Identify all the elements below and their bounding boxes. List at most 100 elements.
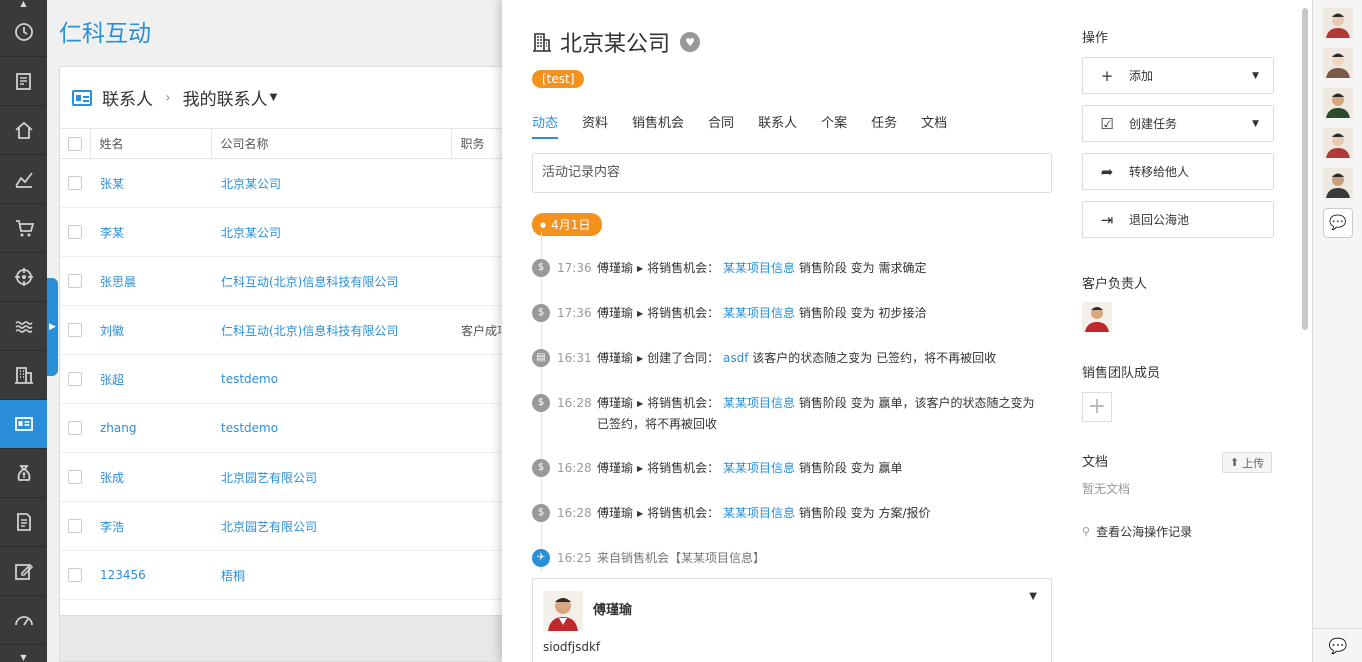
- contact-avatar[interactable]: [1323, 88, 1353, 118]
- row-checkbox[interactable]: [68, 274, 82, 289]
- breadcrumb-root[interactable]: 联系人: [102, 85, 153, 110]
- timeline-user[interactable]: 傅瑾瑜: [597, 506, 633, 520]
- timeline-link[interactable]: 某某项目信息: [723, 261, 795, 275]
- contact-name-link[interactable]: 李浩: [100, 520, 124, 534]
- row-checkbox[interactable]: [68, 568, 82, 583]
- table-row[interactable]: 张成 北京园艺有限公司: [60, 452, 503, 502]
- op-button-checkbox[interactable]: ☑ 创建任务 ▼: [1082, 105, 1274, 142]
- customer-tag[interactable]: [test]: [532, 70, 585, 88]
- timeline-link[interactable]: 某某项目信息: [723, 306, 795, 320]
- company-name-link[interactable]: 梧桐: [221, 569, 245, 583]
- caret-down-icon[interactable]: ▼: [1029, 591, 1037, 602]
- view-selector[interactable]: 我的联系人: [183, 85, 268, 110]
- row-checkbox[interactable]: [68, 421, 82, 436]
- select-all-checkbox[interactable]: [68, 136, 82, 151]
- scroll-down-icon[interactable]: ▼: [0, 654, 47, 662]
- contact-avatar[interactable]: [1323, 128, 1353, 158]
- company-name-link[interactable]: 北京某公司: [221, 177, 281, 191]
- caret-down-icon[interactable]: ▼: [1252, 119, 1259, 129]
- row-checkbox[interactable]: [68, 372, 82, 387]
- contact-name-link[interactable]: 张思晨: [100, 275, 136, 289]
- company-name-link[interactable]: testdemo: [221, 421, 278, 435]
- expand-arrow-icon[interactable]: ▶: [47, 278, 58, 376]
- timeline-link[interactable]: 某某项目信息: [723, 506, 795, 520]
- company-name-link[interactable]: 仁科互动(北京)信息科技有限公司: [221, 324, 398, 338]
- contact-avatar[interactable]: [1323, 48, 1353, 78]
- row-checkbox[interactable]: [68, 225, 82, 240]
- sidebar-item-home[interactable]: [0, 106, 47, 155]
- table-row[interactable]: 张超 testdemo: [60, 354, 503, 404]
- sidebar-item-money-bag[interactable]: [0, 449, 47, 498]
- table-row[interactable]: 张某 北京某公司: [60, 158, 503, 208]
- table-row[interactable]: 123456 梧桐: [60, 550, 503, 600]
- sidebar-item-contact-card[interactable]: [0, 400, 47, 449]
- timeline-user[interactable]: 傅瑾瑜: [597, 396, 633, 410]
- table-row[interactable]: 李某 北京某公司: [60, 207, 503, 257]
- table-row[interactable]: 刘徽 仁科互动(北京)信息科技有限公司 客户成功: [60, 305, 503, 355]
- row-checkbox[interactable]: [68, 519, 82, 534]
- sidebar-item-leads[interactable]: [0, 155, 47, 204]
- tab-6[interactable]: 任务: [871, 112, 897, 139]
- tab-0[interactable]: 动态: [532, 112, 559, 139]
- upload-button[interactable]: ⬆ 上传: [1222, 452, 1272, 473]
- op-button-share[interactable]: ➦ 转移给他人: [1082, 153, 1274, 190]
- caret-down-icon[interactable]: ▼: [1252, 71, 1259, 81]
- scroll-up-icon[interactable]: ▲: [0, 0, 47, 8]
- contact-avatar[interactable]: [1323, 8, 1353, 38]
- heart-icon[interactable]: ♥: [680, 32, 701, 52]
- note-source[interactable]: 来自销售机会【某某项目信息】: [597, 548, 765, 568]
- activity-input[interactable]: 活动记录内容: [532, 153, 1052, 193]
- sidebar-item-target[interactable]: [0, 253, 47, 302]
- sidebar-item-cart[interactable]: [0, 204, 47, 253]
- company-name-link[interactable]: 仁科互动(北京)信息科技有限公司: [221, 275, 398, 289]
- timeline-link[interactable]: asdf: [723, 351, 748, 365]
- public-log-link[interactable]: ⚲ 查看公海操作记录: [1082, 523, 1192, 540]
- row-checkbox[interactable]: [68, 176, 82, 191]
- contact-name-link[interactable]: 张成: [100, 471, 124, 485]
- row-checkbox[interactable]: [68, 470, 82, 485]
- timeline-user[interactable]: 傅瑾瑜: [597, 461, 633, 475]
- contact-name-link[interactable]: 刘徽: [100, 324, 124, 338]
- column-header-company[interactable]: 公司名称: [210, 128, 451, 159]
- owner-avatar[interactable]: [1082, 302, 1112, 332]
- sidebar-item-sea[interactable]: [0, 302, 47, 351]
- table-row[interactable]: zhang testdemo: [60, 403, 503, 453]
- table-row[interactable]: 李浩 北京园艺有限公司: [60, 501, 503, 551]
- contact-name-link[interactable]: 张某: [100, 177, 124, 191]
- tab-5[interactable]: 个案: [821, 112, 847, 139]
- scrollbar[interactable]: [1302, 8, 1308, 330]
- timeline-link[interactable]: 某某项目信息: [723, 396, 795, 410]
- chat-icon[interactable]: 💬: [1323, 208, 1353, 238]
- sidebar-item-dashboard[interactable]: [0, 596, 47, 645]
- contact-name-link[interactable]: zhang: [100, 421, 136, 435]
- chat-bubble-icon[interactable]: 💬: [1313, 628, 1362, 662]
- contact-name-link[interactable]: 张超: [100, 373, 124, 387]
- sidebar-item-building[interactable]: [0, 351, 47, 400]
- company-name-link[interactable]: 北京园艺有限公司: [221, 520, 317, 534]
- contact-name-link[interactable]: 李某: [100, 226, 124, 240]
- timeline-user[interactable]: 傅瑾瑜: [597, 261, 633, 275]
- sidebar-item-edit[interactable]: [0, 547, 47, 596]
- tab-2[interactable]: 销售机会: [632, 112, 684, 139]
- sidebar-item-document[interactable]: [0, 498, 47, 547]
- tab-1[interactable]: 资料: [582, 112, 608, 139]
- op-button-exit[interactable]: ⇥ 退回公海池: [1082, 201, 1274, 238]
- tab-4[interactable]: 联系人: [758, 112, 797, 139]
- caret-down-icon[interactable]: ▼: [270, 92, 278, 103]
- timeline-user[interactable]: 傅瑾瑜: [597, 306, 633, 320]
- contact-name-link[interactable]: 123456: [100, 568, 146, 582]
- sidebar-item-clock[interactable]: [0, 8, 47, 57]
- add-member-button[interactable]: +: [1082, 392, 1112, 422]
- company-name-link[interactable]: 北京园艺有限公司: [221, 471, 317, 485]
- sidebar-item-form[interactable]: [0, 57, 47, 106]
- tab-7[interactable]: 文档: [921, 112, 947, 139]
- table-row[interactable]: 张思晨 仁科互动(北京)信息科技有限公司: [60, 256, 503, 306]
- column-header-name[interactable]: 姓名: [89, 128, 211, 159]
- company-name-link[interactable]: testdemo: [221, 372, 278, 386]
- contact-avatar[interactable]: [1323, 168, 1353, 198]
- timeline-link[interactable]: 某某项目信息: [723, 461, 795, 475]
- row-checkbox[interactable]: [68, 323, 82, 338]
- tab-3[interactable]: 合同: [708, 112, 734, 139]
- op-button-plus[interactable]: + 添加 ▼: [1082, 57, 1274, 94]
- company-name-link[interactable]: 北京某公司: [221, 226, 281, 240]
